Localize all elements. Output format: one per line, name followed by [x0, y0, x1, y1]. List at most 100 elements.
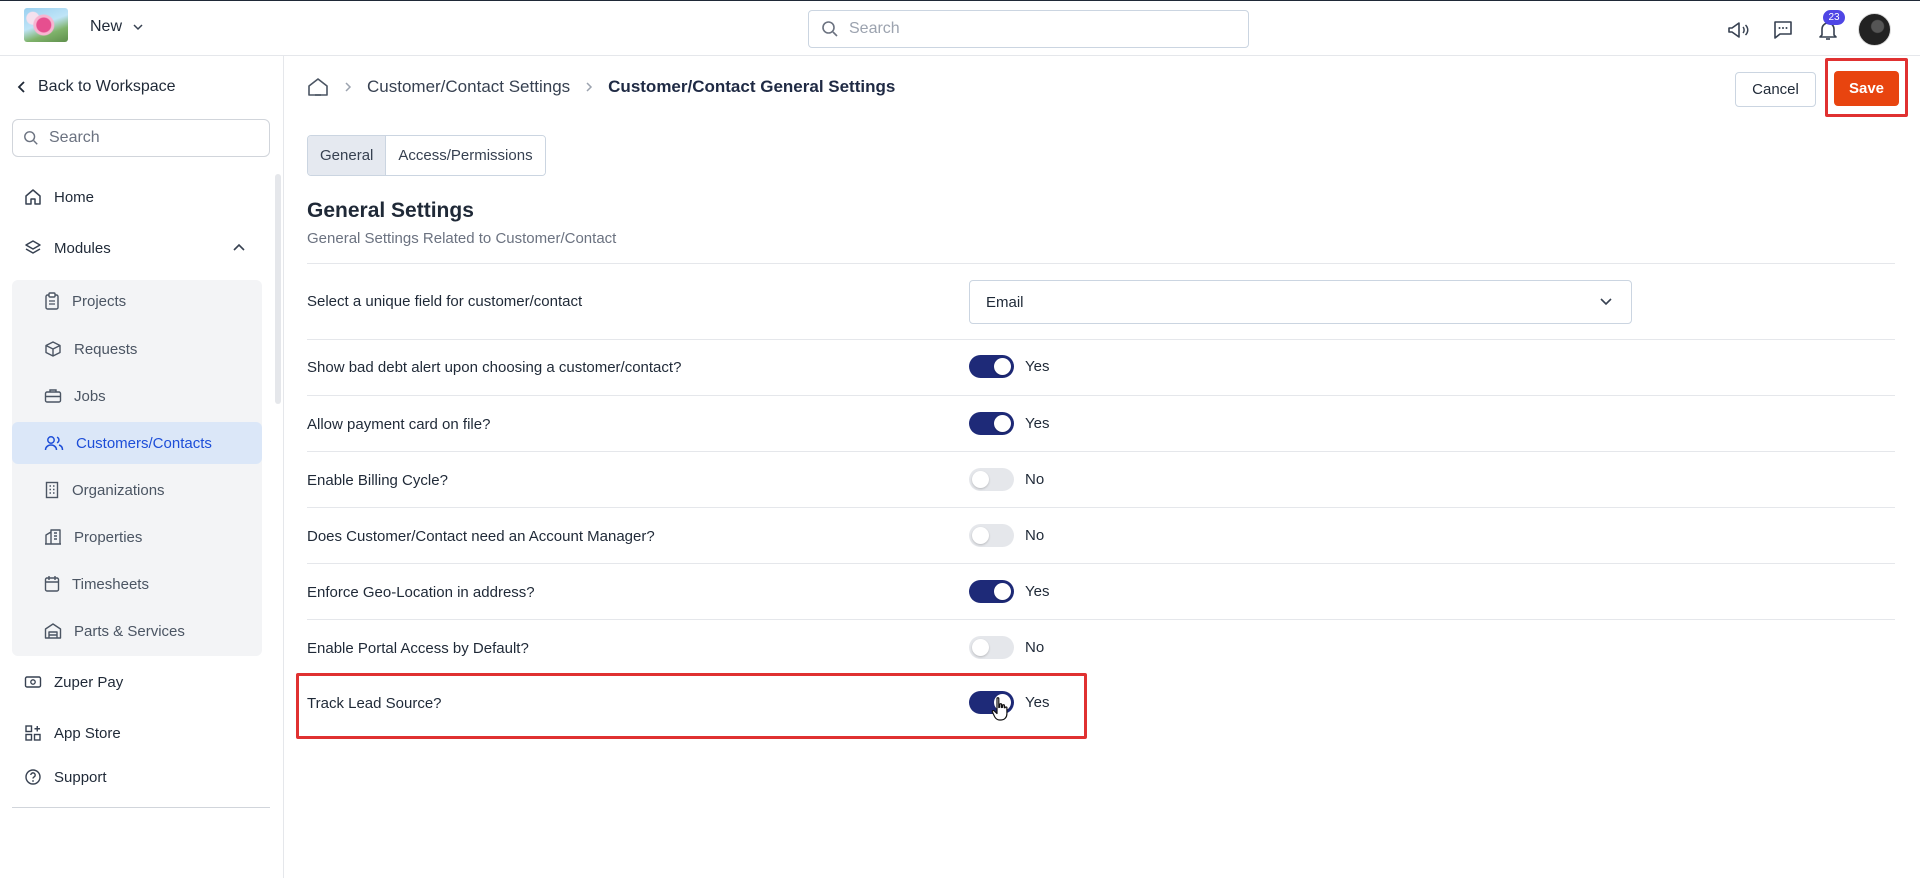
cancel-button[interactable]: Cancel [1735, 72, 1816, 107]
sidebar-item-jobs[interactable]: Jobs [12, 375, 262, 417]
payment-card-toggle[interactable] [969, 412, 1014, 435]
setting-label: Does Customer/Contact need an Account Ma… [307, 528, 655, 545]
sidebar-scrollbar[interactable] [275, 174, 281, 404]
account-manager-toggle[interactable] [969, 524, 1014, 547]
notification-badge: 23 [1823, 10, 1845, 25]
payment-card-value: Yes [1025, 415, 1050, 432]
toggle-knob [994, 415, 1011, 432]
property-icon [45, 529, 61, 545]
sidebar-item-projects[interactable]: Projects [12, 280, 262, 322]
tab-general[interactable]: General [308, 136, 387, 175]
sidebar-search[interactable] [12, 119, 270, 157]
sidebar-item-support[interactable]: Support [24, 768, 107, 786]
box-icon [45, 341, 61, 357]
portal-access-value: No [1025, 639, 1045, 656]
sidebar-item-properties[interactable]: Properties [12, 516, 262, 558]
geo-location-value: Yes [1025, 583, 1050, 600]
setting-label: Select a unique field for customer/conta… [307, 293, 583, 310]
home-icon [25, 189, 41, 205]
clipboard-icon [45, 292, 59, 310]
sidebar-item-label: Jobs [74, 387, 106, 405]
breadcrumb-current: Customer/Contact General Settings [608, 77, 896, 96]
sidebar-item-parts-services[interactable]: Parts & Services [12, 610, 262, 652]
sidebar-divider [12, 807, 270, 808]
sidebar-item-modules[interactable]: Modules [24, 239, 111, 257]
home-icon[interactable] [307, 77, 329, 97]
chevron-down-icon [1600, 298, 1612, 306]
lead-source-highlight-box [296, 673, 1087, 739]
sidebar-item-label: Organizations [72, 481, 165, 499]
sidebar-item-label: Home [54, 188, 95, 206]
sidebar-item-requests[interactable]: Requests [12, 328, 262, 370]
setting-row-bad-debt: Show bad debt alert upon choosing a cust… [307, 339, 1895, 395]
sidebar-item-label: Properties [74, 528, 143, 546]
modules-list: Projects Requests Jobs Customers/Contact… [12, 280, 262, 656]
users-icon [44, 436, 64, 451]
save-button[interactable]: Save [1834, 71, 1899, 106]
bad-debt-toggle[interactable] [969, 355, 1014, 378]
toggle-knob [972, 527, 989, 544]
global-search-input[interactable] [849, 20, 1229, 38]
global-search[interactable] [808, 10, 1249, 48]
sidebar-item-label: Zuper Pay [54, 673, 124, 691]
unique-field-value: Email [986, 293, 1024, 311]
sidebar-search-input[interactable] [49, 129, 249, 147]
billing-cycle-toggle[interactable] [969, 468, 1014, 491]
setting-label: Enforce Geo-Location in address? [307, 584, 535, 601]
sidebar-item-organizations[interactable]: Organizations [12, 469, 262, 511]
sidebar-item-label: App Store [54, 724, 121, 742]
grid-apps-icon [25, 725, 41, 741]
calendar-icon [44, 576, 60, 592]
back-to-workspace-link[interactable]: Back to Workspace [16, 78, 176, 96]
unique-field-select[interactable]: Email [969, 280, 1632, 324]
setting-row-billing-cycle: Enable Billing Cycle? [307, 451, 1895, 507]
setting-row-portal-access: Enable Portal Access by Default? [307, 619, 1895, 675]
save-highlight-box: Save [1825, 58, 1908, 117]
back-label: Back to Workspace [38, 78, 176, 95]
geo-location-toggle[interactable] [969, 580, 1014, 603]
setting-row-payment-card: Allow payment card on file? [307, 395, 1895, 451]
announcement-icon[interactable] [1724, 16, 1752, 44]
chevron-down-icon [133, 24, 143, 31]
company-logo[interactable] [24, 8, 68, 42]
chevron-right-icon [586, 82, 593, 92]
portal-access-toggle[interactable] [969, 636, 1014, 659]
setting-label: Enable Billing Cycle? [307, 472, 448, 489]
sidebar-item-label: Requests [74, 340, 138, 358]
sidebar-item-label: Support [54, 768, 107, 786]
tab-access-permissions[interactable]: Access/Permissions [386, 136, 545, 175]
sidebar-item-label: Parts & Services [74, 622, 185, 640]
sidebar-item-zuper-pay[interactable]: Zuper Pay [24, 673, 123, 691]
setting-label: Show bad debt alert upon choosing a cust… [307, 359, 682, 376]
section-title: General Settings [307, 199, 474, 222]
help-circle-icon [25, 769, 41, 785]
section-subtitle: General Settings Related to Customer/Con… [307, 230, 617, 247]
sidebar: Back to Workspace Home Modules Projects … [0, 56, 284, 878]
search-icon [24, 131, 38, 145]
chevron-left-icon [17, 81, 25, 93]
setting-row-account-manager: Does Customer/Contact need an Account Ma… [307, 507, 1895, 563]
wallet-icon [24, 676, 42, 688]
chevron-up-icon[interactable] [232, 240, 246, 254]
building-icon [45, 481, 59, 499]
warehouse-icon [44, 623, 62, 639]
setting-label: Enable Portal Access by Default? [307, 640, 529, 657]
setting-row-geo-location: Enforce Geo-Location in address? [307, 563, 1895, 619]
setting-label: Allow payment card on file? [307, 416, 491, 433]
breadcrumb-parent-link[interactable]: Customer/Contact Settings [367, 77, 570, 97]
sidebar-item-customers-contacts[interactable]: Customers/Contacts [12, 422, 262, 464]
toggle-knob [994, 358, 1011, 375]
chat-icon[interactable] [1769, 16, 1797, 44]
sidebar-item-app-store[interactable]: App Store [24, 724, 121, 742]
account-manager-value: No [1025, 527, 1045, 544]
toggle-knob [994, 583, 1011, 600]
sidebar-item-timesheets[interactable]: Timesheets [12, 563, 262, 605]
chevron-right-icon [345, 82, 352, 92]
sidebar-item-home[interactable]: Home [24, 188, 94, 206]
hand-cursor-icon [991, 697, 1008, 721]
new-button[interactable]: New [90, 18, 144, 36]
sidebar-item-label: Modules [54, 239, 111, 257]
sidebar-item-label: Customers/Contacts [76, 434, 212, 452]
new-label: New [90, 18, 123, 35]
user-avatar[interactable] [1858, 13, 1891, 46]
